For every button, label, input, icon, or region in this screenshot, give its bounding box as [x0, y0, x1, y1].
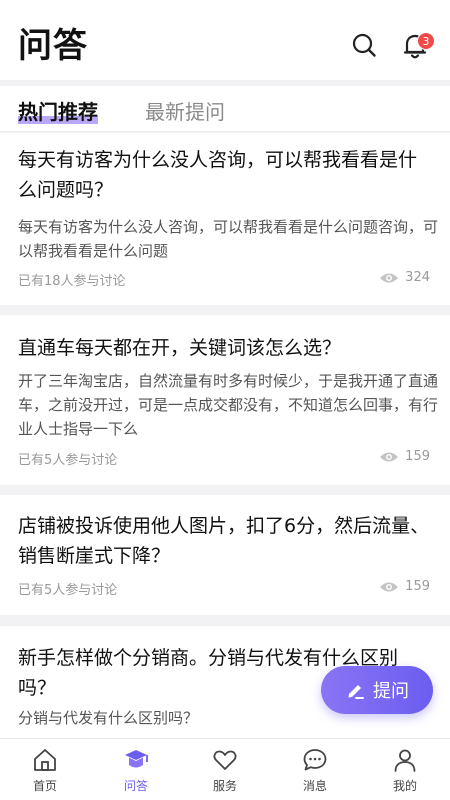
ask-question-label: 提问 — [373, 681, 409, 702]
bottom-tab-bar: 首页 问答 服务 消息 我的 — [0, 738, 450, 800]
tabbar-label: 首页 — [32, 779, 57, 793]
tabbar-label: 服务 — [212, 779, 237, 793]
tabbar-label: 消息 — [302, 779, 327, 793]
post-card[interactable]: 每天有访客为什么没人咨询，可以帮我看看是什么问题吗？ 每天有访客为什么没人咨询，… — [0, 133, 450, 305]
tabbar-item-profile[interactable]: 我的 — [370, 747, 440, 794]
participants-count: 已有5人参与讨论 — [18, 583, 118, 598]
view-count-value: 159 — [405, 449, 430, 464]
tabbar-item-messages[interactable]: 消息 — [280, 747, 350, 794]
app-header: 问答 3 — [0, 0, 450, 80]
post-card[interactable]: 店铺被投诉使用他人图片，扣了6分，然后流量、销售断崖式下降？ 已有5人参与讨论 … — [0, 495, 450, 615]
search-icon[interactable] — [351, 32, 377, 58]
pencil-icon — [348, 685, 364, 699]
participants-count: 已有18人参与讨论 — [18, 274, 126, 289]
post-description: 开了三年淘宝店，自然流量有时多有时候少，于是我开通了直通车，之前没开过，可是一点… — [18, 372, 439, 438]
tabbar-item-home[interactable]: 首页 — [10, 747, 80, 794]
tab-hot[interactable]: 热门推荐 — [18, 96, 98, 125]
category-tabs: 热门推荐 最新提问 — [0, 86, 450, 132]
tabbar-label: 我的 — [392, 779, 417, 793]
chat-bubble-icon — [303, 749, 327, 771]
view-count: 159 — [379, 449, 430, 464]
page-title: 问答 — [18, 26, 88, 66]
view-count-value: 324 — [405, 270, 430, 285]
post-title: 每天有访客为什么没人咨询，可以帮我看看是什么问题吗？ — [18, 149, 418, 201]
participants-count: 已有5人参与讨论 — [18, 453, 118, 468]
tabbar-item-service[interactable]: 服务 — [190, 747, 260, 794]
tab-latest-label: 最新提问 — [145, 100, 225, 124]
eye-icon — [380, 273, 399, 282]
eye-icon — [380, 452, 399, 461]
post-title: 店铺被投诉使用他人图片，扣了6分，然后流量、销售断崖式下降？ — [18, 515, 430, 567]
home-icon — [34, 749, 56, 771]
post-description: 每天有访客为什么没人咨询，可以帮我看看是什么问题咨询，可以帮我看看是什么问题 — [18, 218, 439, 260]
ask-question-button[interactable]: 提问 — [321, 666, 433, 714]
heart-icon — [213, 750, 237, 770]
tab-latest[interactable]: 最新提问 — [145, 96, 225, 125]
notification-badge: 3 — [417, 32, 435, 50]
tab-hot-label: 热门推荐 — [18, 100, 98, 124]
tabbar-item-qa[interactable]: 问答 — [101, 747, 171, 794]
user-icon — [394, 749, 416, 772]
tabbar-label: 问答 — [123, 779, 148, 793]
view-count-value: 159 — [405, 579, 430, 594]
eye-icon — [380, 582, 399, 591]
post-card[interactable]: 直通车每天都在开，关键词该怎么选？ 开了三年淘宝店，自然流量有时多有时候少，于是… — [0, 315, 450, 485]
view-count: 324 — [379, 270, 430, 285]
graduation-cap-icon — [125, 750, 148, 768]
post-title: 直通车每天都在开，关键词该怎么选？ — [18, 337, 342, 359]
view-count: 159 — [379, 579, 430, 594]
